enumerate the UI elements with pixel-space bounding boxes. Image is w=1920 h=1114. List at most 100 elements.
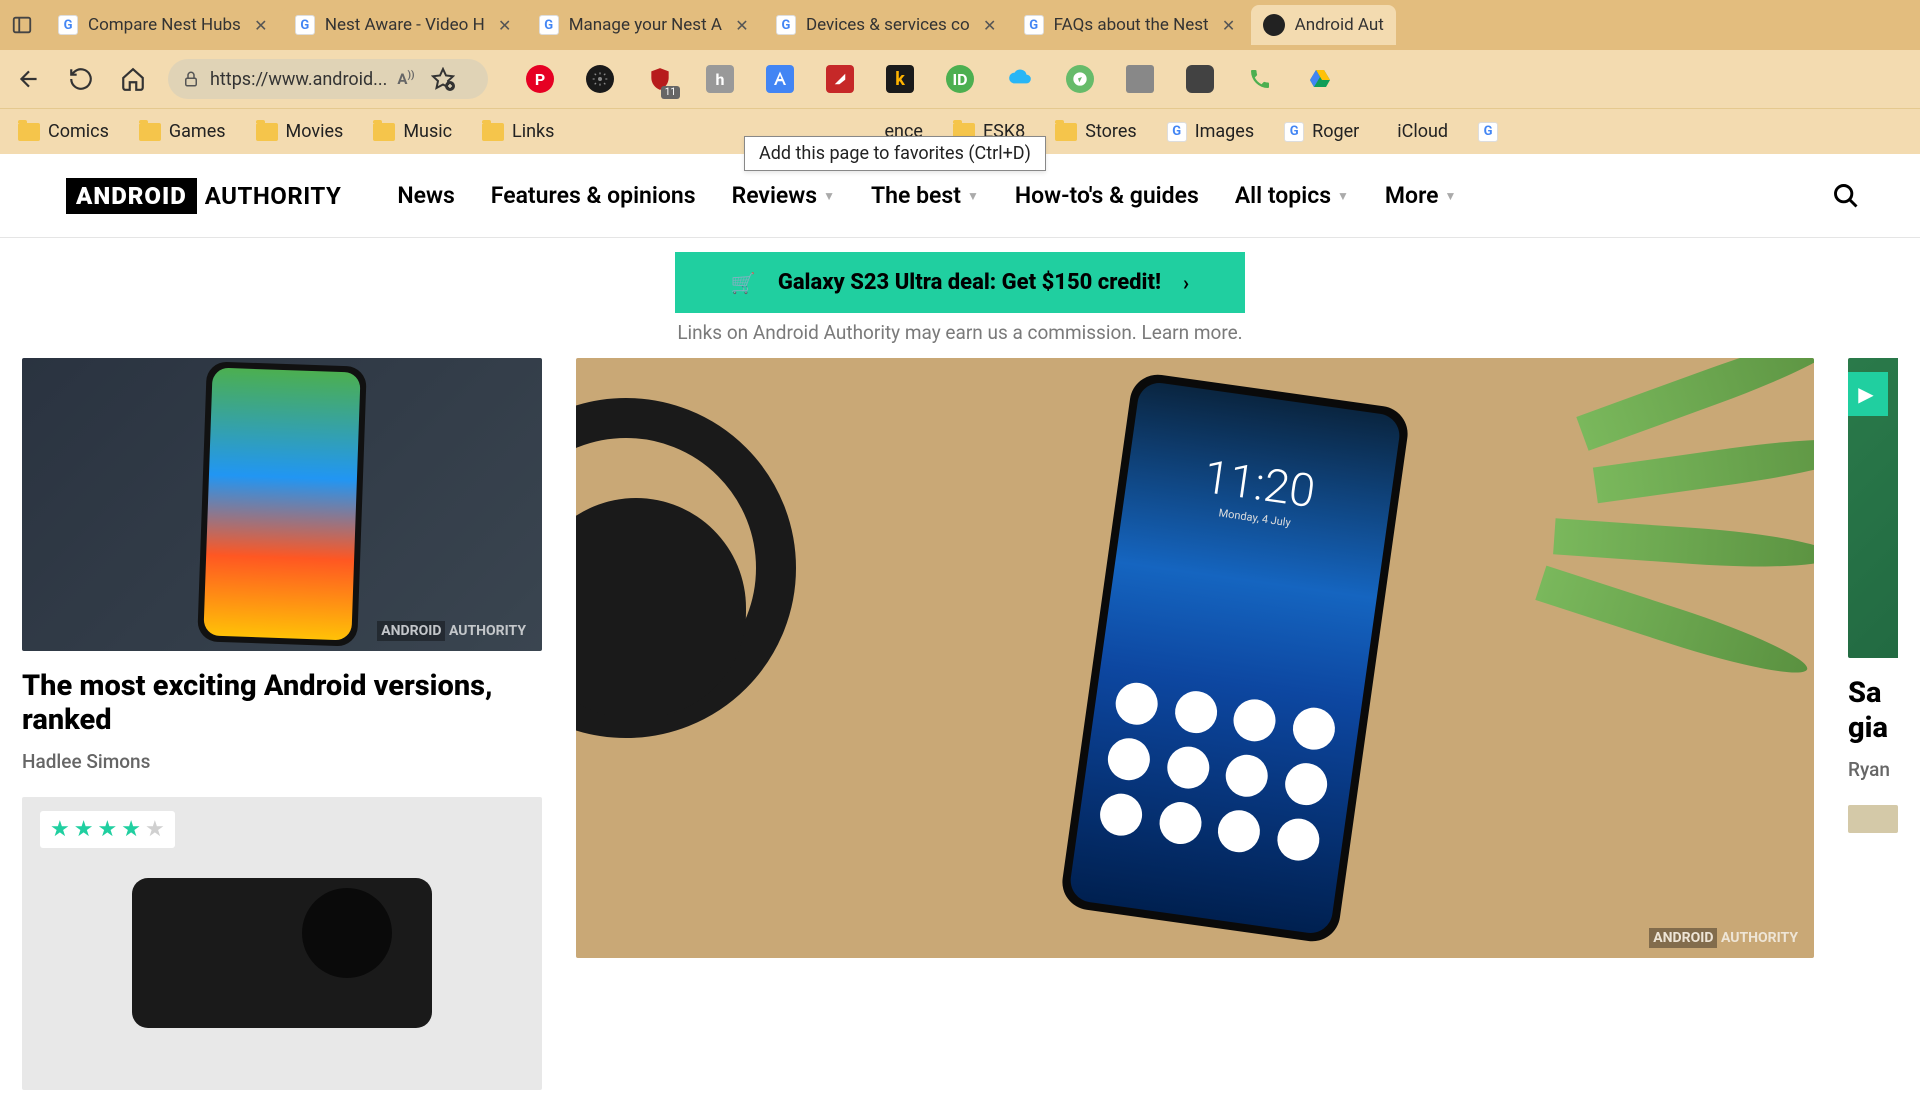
compass-icon[interactable] (1066, 65, 1094, 93)
nav-the-best[interactable]: The best ▼ (871, 182, 979, 209)
search-icon (1832, 182, 1860, 210)
tab-nest-aware[interactable]: G Nest Aware - Video H ✕ (283, 5, 527, 45)
nav-label: Reviews (732, 182, 818, 209)
nav-label: The best (871, 182, 961, 209)
article-card[interactable]: ★ ★ ★ ★ ★ (22, 797, 542, 1090)
deal-banner[interactable]: 🛒 Galaxy S23 Ultra deal: Get $150 credit… (675, 252, 1245, 313)
phone-green-icon[interactable] (1246, 65, 1274, 93)
star-icon: ★ (74, 817, 94, 842)
bookmark-movies[interactable]: Movies (256, 121, 344, 142)
tab-title: Android Aut (1295, 15, 1384, 35)
shield-icon[interactable]: 11 (646, 65, 674, 93)
article-title: The most exciting Android versions, rank… (22, 669, 542, 739)
learn-more-link[interactable]: Learn more. (1142, 321, 1243, 344)
chevron-down-icon: ▼ (967, 189, 979, 203)
folder-icon (1055, 123, 1077, 141)
play-icon: ▶ (1848, 372, 1888, 416)
close-icon[interactable]: ✕ (251, 15, 271, 35)
star-empty-icon: ★ (145, 817, 165, 842)
bookmark-label: Movies (286, 121, 344, 142)
tab-compare-nest-hubs[interactable]: G Compare Nest Hubs ✕ (46, 5, 283, 45)
site-logo[interactable]: ANDROID AUTHORITY (66, 178, 341, 214)
back-button[interactable] (12, 62, 46, 96)
dark-extension-icon[interactable] (1186, 65, 1214, 93)
android-authority-favicon (1263, 14, 1285, 36)
nav-reviews[interactable]: Reviews▼ (732, 182, 835, 209)
tab-title: Nest Aware - Video H (325, 15, 485, 35)
nav-features[interactable]: Features & opinions (491, 182, 696, 209)
favorite-icon[interactable] (431, 67, 455, 91)
bookmark-label: Music (403, 121, 452, 142)
tab-title: FAQs about the Nest (1054, 15, 1209, 35)
nav-news[interactable]: News (397, 182, 454, 209)
tab-devices-services[interactable]: G Devices & services co ✕ (764, 5, 1012, 45)
article-thumbnail: ▶ (1848, 358, 1898, 658)
nav-more[interactable]: More▼ (1385, 182, 1456, 209)
article-author: Ryan (1848, 758, 1898, 781)
article-card[interactable]: ▶ Sagia Ryan (1848, 358, 1898, 781)
bookmark-games[interactable]: Games (139, 121, 226, 142)
star-icon: ★ (50, 817, 70, 842)
address-bar[interactable]: https://www.android... A)) (168, 59, 488, 99)
nav-label: More (1385, 182, 1439, 209)
reader-icon[interactable]: A)) (397, 70, 414, 88)
drive-icon[interactable] (1306, 65, 1334, 93)
close-icon[interactable]: ✕ (732, 15, 752, 35)
tab-strip: G Compare Nest Hubs ✕ G Nest Aware - Vid… (0, 0, 1920, 50)
green-circle-icon[interactable]: ID (946, 65, 974, 93)
tab-faqs-nest[interactable]: G FAQs about the Nest ✕ (1012, 5, 1251, 45)
article-card[interactable] (1848, 805, 1898, 833)
lock-icon (182, 70, 200, 88)
translate-icon[interactable] (766, 65, 794, 93)
bookmark-comics[interactable]: Comics (18, 121, 109, 142)
article-card[interactable]: ANDROID AUTHORITY The most exciting Andr… (22, 358, 542, 773)
nav-label: How-to's & guides (1015, 182, 1199, 209)
folder-icon (482, 123, 504, 141)
folder-icon (18, 123, 40, 141)
close-icon[interactable]: ✕ (495, 15, 515, 35)
search-button[interactable] (1832, 182, 1860, 210)
tab-android-authority[interactable]: Android Aut (1251, 5, 1396, 45)
bookmark-music[interactable]: Music (373, 121, 452, 142)
google-favicon: G (1024, 15, 1044, 35)
nav-all-topics[interactable]: All topics▼ (1235, 182, 1349, 209)
tab-actions-icon[interactable] (6, 9, 38, 41)
site-nav: News Features & opinions Reviews▼ The be… (397, 182, 1456, 209)
google-icon: G (1167, 122, 1187, 142)
cloud-icon[interactable] (1006, 65, 1034, 93)
bookmark-more[interactable]: G (1478, 122, 1498, 142)
tab-title: Compare Nest Hubs (88, 15, 241, 35)
bookmark-links[interactable]: Links (482, 121, 554, 142)
bookmark-roger[interactable]: GRoger (1284, 121, 1359, 142)
bookmark-label: Links (512, 121, 554, 142)
hero-image[interactable]: 11:20 Monday, 4 July ANDROID AUTHORITY (576, 358, 1814, 958)
star-icon: ★ (97, 817, 117, 842)
chevron-down-icon: ▼ (1337, 189, 1349, 203)
refresh-button[interactable] (64, 62, 98, 96)
red-extension-icon[interactable] (826, 65, 854, 93)
gear-dark-icon[interactable] (586, 65, 614, 93)
google-icon: G (1284, 122, 1304, 142)
badge-count: 11 (661, 86, 680, 99)
k-extension-icon[interactable]: k (886, 65, 914, 93)
tineye-icon[interactable] (1126, 65, 1154, 93)
article-thumbnail (1848, 805, 1898, 833)
nav-howtos[interactable]: How-to's & guides (1015, 182, 1199, 209)
bookmark-images[interactable]: GImages (1167, 121, 1254, 142)
tab-title: Devices & services co (806, 15, 970, 35)
close-icon[interactable]: ✕ (1219, 15, 1239, 35)
commission-notice: Links on Android Authority may earn us a… (0, 321, 1920, 344)
home-button[interactable] (116, 62, 150, 96)
close-icon[interactable]: ✕ (980, 15, 1000, 35)
pinterest-icon[interactable]: P (526, 65, 554, 93)
bookmark-stores[interactable]: Stores (1055, 121, 1136, 142)
article-title: Sagia (1848, 676, 1898, 746)
bookmark-label: Comics (48, 121, 109, 142)
h-extension-icon[interactable]: h (706, 65, 734, 93)
tab-manage-nest[interactable]: G Manage your Nest A ✕ (527, 5, 764, 45)
bookmark-label: iCloud (1397, 121, 1448, 142)
toolbar: https://www.android... A)) P 11 h k ID (0, 50, 1920, 108)
bookmark-icloud[interactable]: iCloud (1389, 121, 1448, 142)
google-favicon: G (295, 15, 315, 35)
tab-title: Manage your Nest A (569, 15, 722, 35)
